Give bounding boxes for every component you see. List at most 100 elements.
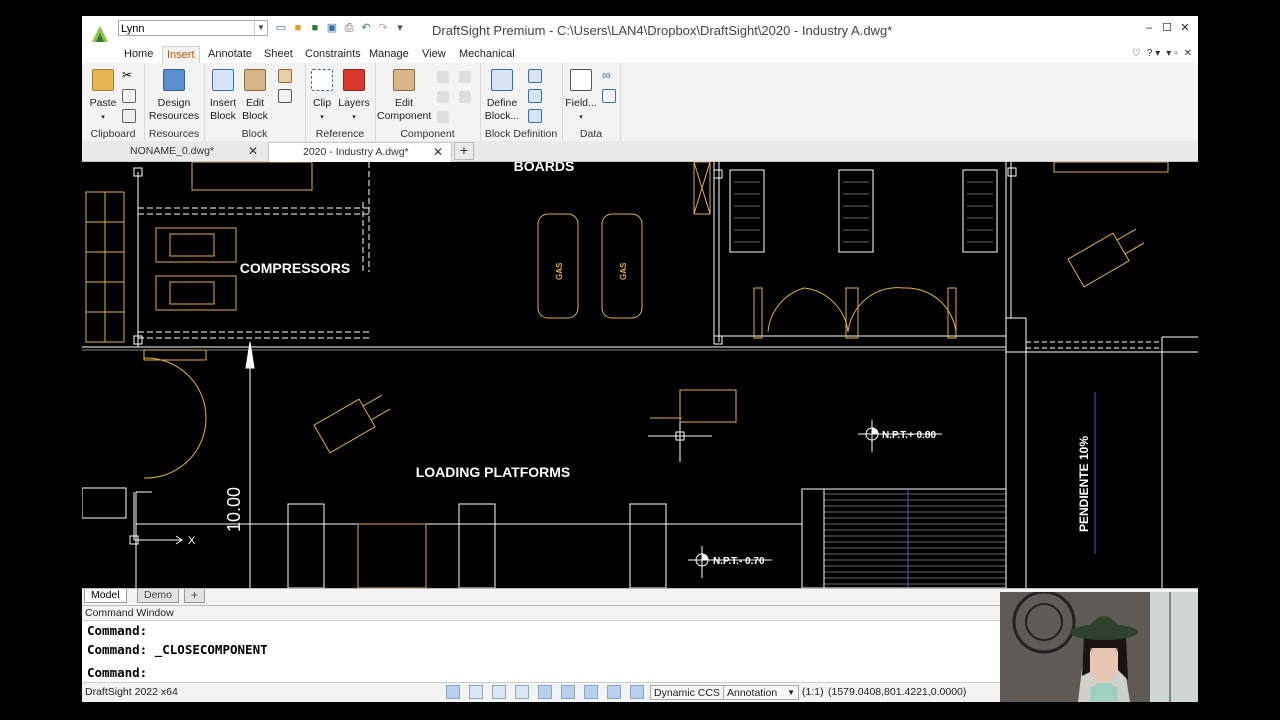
heart-icon[interactable]: ♡: [1132, 48, 1141, 59]
snap-toggle-icon[interactable]: [446, 685, 460, 699]
component-tool-1-icon[interactable]: [437, 71, 449, 83]
edit-block-icon: [244, 69, 266, 91]
panel-block-definition: Define Block... Block Definition: [480, 63, 563, 141]
npt-negative-label: N.P.T.- 0.70: [713, 556, 765, 567]
copy-icon[interactable]: [122, 89, 136, 103]
clip-icon: [311, 69, 333, 91]
reference-panel-label: Reference: [315, 128, 365, 140]
tab-insert[interactable]: Insert: [162, 46, 200, 64]
paste-special-icon[interactable]: [122, 109, 136, 123]
define-block-button[interactable]: Define Block...: [482, 69, 522, 123]
lineweight-toggle-icon[interactable]: [584, 685, 598, 699]
panel-component: Edit Component Component: [375, 63, 481, 141]
npt-positive-label: N.P.T.+ 0.80: [882, 430, 936, 441]
new-file-icon[interactable]: ▭: [274, 21, 288, 35]
drawing-canvas[interactable]: BOARDS COMPRESSORS LOADING PLATFORMS N.P…: [82, 162, 1198, 588]
data-panel-label: Data: [579, 128, 603, 140]
tab-sheet[interactable]: Sheet: [260, 46, 297, 63]
component-panel-label: Component: [400, 128, 455, 140]
insert-block-button[interactable]: Insert Block: [206, 69, 240, 123]
chevron-down-icon[interactable]: ▼: [254, 21, 267, 35]
quick-access-toolbar: ▭ ■ ■ ▣ ⎙ ↶ ↷ ▾: [274, 21, 407, 37]
etrack-toggle-icon[interactable]: [561, 685, 575, 699]
tab-home[interactable]: Home: [120, 46, 157, 63]
boards-label: BOARDS: [514, 162, 575, 174]
paste-dropdown-icon: ▾: [101, 114, 105, 121]
restore-icon[interactable]: ▾ ▫: [1166, 48, 1177, 59]
dynamic-ccs-toggle[interactable]: Dynamic CCS: [650, 685, 724, 700]
workspace-select[interactable]: Lynn ▼: [118, 20, 268, 36]
block-tool-icon[interactable]: [278, 89, 292, 103]
block-attr-icon[interactable]: [278, 69, 292, 83]
open-icon[interactable]: ■: [308, 21, 322, 35]
block-def-tool-3-icon[interactable]: [528, 109, 542, 123]
close-doc-icon[interactable]: ✕: [1184, 48, 1192, 59]
tab-manage[interactable]: Manage: [365, 46, 413, 63]
coordinate-readout: (1579.0408,801.4221,0.0000): [828, 686, 967, 698]
qat-more-icon[interactable]: ▾: [393, 21, 407, 35]
x-axis-label: X: [188, 535, 196, 547]
command-prompt[interactable]: Command:: [87, 665, 147, 680]
pdf-layers-icon: [343, 69, 365, 91]
edit-block-button[interactable]: Edit Block: [240, 69, 270, 123]
field-button[interactable]: Field... ▾: [564, 69, 598, 124]
print-icon[interactable]: ⎙: [342, 21, 356, 35]
tab-model[interactable]: Model: [84, 589, 127, 603]
maximize-icon[interactable]: ☐: [1158, 20, 1176, 36]
component-tool-3-icon[interactable]: [437, 91, 449, 103]
webcam-overlay: [1000, 592, 1198, 702]
draftsight-logo-icon: [92, 26, 108, 42]
loading-platforms-label: LOADING PLATFORMS: [416, 464, 571, 480]
block-def-tool-2-icon[interactable]: [528, 89, 542, 103]
gas-tank-2-label: GAS: [619, 262, 628, 280]
paste-button[interactable]: Paste ▾: [88, 69, 118, 124]
help-icon[interactable]: ? ▾: [1147, 48, 1160, 59]
component-tool-2-icon[interactable]: [459, 71, 471, 83]
data-link-icon[interactable]: [602, 89, 616, 103]
redo-icon[interactable]: ↷: [376, 21, 390, 35]
save-icon[interactable]: ▣: [325, 21, 339, 35]
open-folder-icon[interactable]: ■: [291, 21, 305, 35]
add-layout-plus-icon[interactable]: +: [184, 589, 206, 603]
new-tab-plus-icon[interactable]: +: [454, 142, 474, 160]
polar-toggle-icon[interactable]: [538, 685, 552, 699]
layers-button[interactable]: Layers ▾: [337, 69, 371, 124]
osnap-toggle-icon[interactable]: [469, 685, 483, 699]
close-icon[interactable]: ✕: [1176, 20, 1194, 36]
define-block-icon: [491, 69, 513, 91]
tab-demo[interactable]: Demo: [137, 589, 180, 603]
quick-input-toggle-icon[interactable]: [607, 685, 621, 699]
clipboard-panel-label: Clipboard: [90, 128, 136, 140]
close-tab-icon[interactable]: ✕: [248, 142, 258, 161]
design-resources-button[interactable]: Design Resources: [148, 69, 200, 123]
design-resources-icon: [163, 69, 185, 91]
annotation-select[interactable]: Annotation ▼: [723, 685, 799, 700]
command-history-line: Command:: [87, 623, 148, 638]
tab-mechanical[interactable]: Mechanical: [455, 46, 519, 63]
paste-icon: [92, 69, 114, 91]
component-tool-5-icon[interactable]: [437, 111, 449, 123]
resources-panel-label: Resources: [148, 128, 200, 140]
clip-button[interactable]: Clip ▾: [309, 69, 335, 124]
panel-data: Field... ▾ ∞ Data: [562, 63, 621, 141]
doc-tab-noname[interactable]: NONAME_0.dwg* ✕: [84, 142, 266, 161]
cut-icon[interactable]: ✂: [122, 69, 134, 81]
minimize-icon[interactable]: –: [1140, 20, 1158, 36]
tab-constraints[interactable]: Constraints: [301, 46, 365, 63]
doc-tab-industry[interactable]: 2020 - Industry A.dwg* ✕: [268, 142, 452, 162]
tab-annotate[interactable]: Annotate: [204, 46, 256, 63]
cad-drawing[interactable]: BOARDS COMPRESSORS LOADING PLATFORMS N.P…: [82, 162, 1198, 588]
ribbon: Paste ▾ ✂ Clipboard Design Resources Resou…: [82, 63, 1198, 142]
field-dropdown-icon: ▾: [579, 114, 583, 121]
window-controls: – ☐ ✕: [1140, 20, 1194, 36]
ortho-toggle-icon[interactable]: [515, 685, 529, 699]
grid-toggle-icon[interactable]: [492, 685, 506, 699]
selection-cycle-toggle-icon[interactable]: [630, 685, 644, 699]
block-def-tool-1-icon[interactable]: [528, 69, 542, 83]
edit-component-button[interactable]: Edit Component: [377, 69, 431, 123]
tab-view[interactable]: View: [418, 46, 450, 63]
component-tool-4-icon[interactable]: [459, 91, 471, 103]
hyperlink-icon[interactable]: ∞: [602, 69, 614, 81]
close-tab-icon[interactable]: ✕: [433, 143, 443, 162]
undo-icon[interactable]: ↶: [359, 21, 373, 35]
